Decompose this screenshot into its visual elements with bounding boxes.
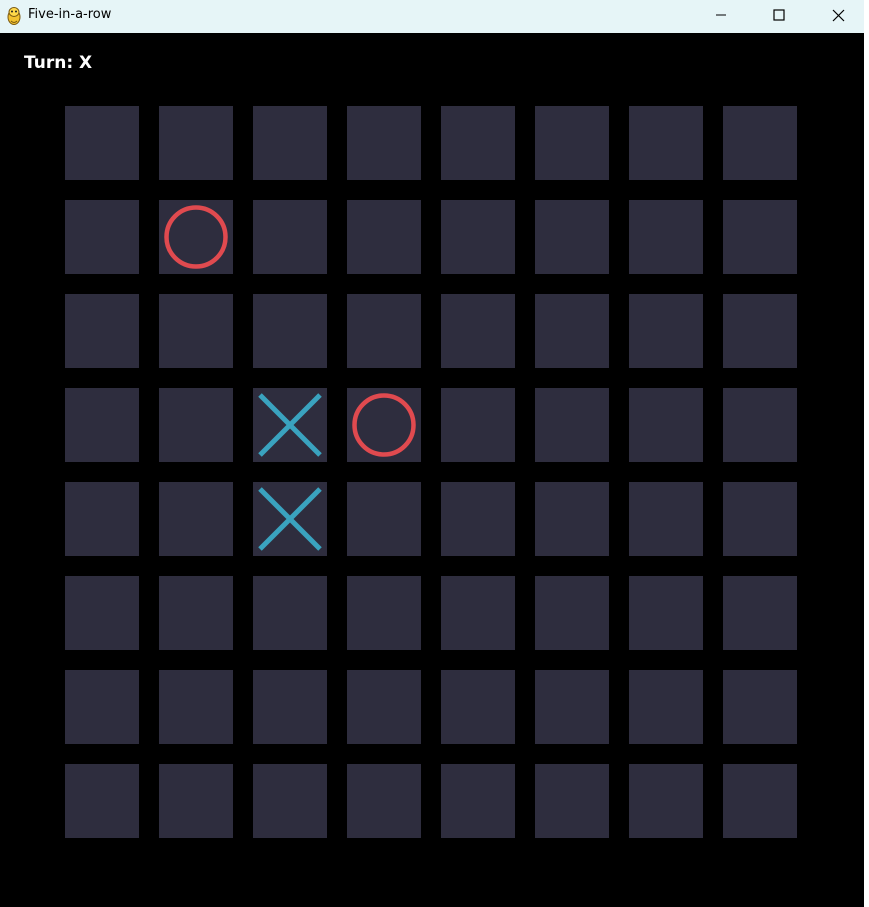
window-title: Five-in-a-row — [28, 7, 112, 22]
board-cell-r5-c1[interactable] — [65, 482, 139, 556]
board-cell-r6-c6[interactable] — [535, 576, 609, 650]
board-cell-r6-c4[interactable] — [347, 576, 421, 650]
board-cell-r7-c5[interactable] — [441, 670, 515, 744]
board-cell-r5-c4[interactable] — [347, 482, 421, 556]
board-cell-r4-c1[interactable] — [65, 388, 139, 462]
board-cell-r8-c2[interactable] — [159, 764, 233, 838]
board-cell-r1-c2[interactable] — [159, 106, 233, 180]
x-mark — [258, 393, 322, 457]
turn-indicator: Turn: X — [24, 53, 92, 73]
board-cell-r5-c6[interactable] — [535, 482, 609, 556]
board-cell-r1-c5[interactable] — [441, 106, 515, 180]
board-cell-r7-c7[interactable] — [629, 670, 703, 744]
board-cell-r7-c1[interactable] — [65, 670, 139, 744]
board-cell-r4-c8[interactable] — [723, 388, 797, 462]
maximize-icon — [773, 9, 785, 21]
turn-label: Turn: — [24, 53, 74, 73]
board-cell-r4-c7[interactable] — [629, 388, 703, 462]
board-cell-r7-c6[interactable] — [535, 670, 609, 744]
board-cell-r5-c8[interactable] — [723, 482, 797, 556]
pygame-snake-icon — [7, 7, 21, 25]
board-cell-r6-c7[interactable] — [629, 576, 703, 650]
board-cell-r1-c4[interactable] — [347, 106, 421, 180]
board-cell-r7-c8[interactable] — [723, 670, 797, 744]
board-cell-r2-c5[interactable] — [441, 200, 515, 274]
board-cell-r7-c3[interactable] — [253, 670, 327, 744]
game-board — [65, 106, 797, 838]
board-cell-r1-c3[interactable] — [253, 106, 327, 180]
board-cell-r5-c2[interactable] — [159, 482, 233, 556]
board-cell-r3-c7[interactable] — [629, 294, 703, 368]
turn-value: X — [79, 53, 93, 73]
board-cell-r2-c3[interactable] — [253, 200, 327, 274]
board-cell-r2-c6[interactable] — [535, 200, 609, 274]
board-cell-r6-c5[interactable] — [441, 576, 515, 650]
board-cell-r4-c4[interactable] — [347, 388, 421, 462]
board-cell-r3-c1[interactable] — [65, 294, 139, 368]
x-mark — [258, 487, 322, 551]
window-edge — [864, 0, 869, 907]
board-cell-r8-c4[interactable] — [347, 764, 421, 838]
board-cell-r1-c7[interactable] — [629, 106, 703, 180]
board-cell-r6-c2[interactable] — [159, 576, 233, 650]
close-icon — [832, 9, 844, 21]
board-cell-r2-c7[interactable] — [629, 200, 703, 274]
board-cell-r6-c8[interactable] — [723, 576, 797, 650]
board-cell-r3-c3[interactable] — [253, 294, 327, 368]
board-cell-r2-c8[interactable] — [723, 200, 797, 274]
board-cell-r5-c5[interactable] — [441, 482, 515, 556]
board-cell-r8-c7[interactable] — [629, 764, 703, 838]
minimize-icon — [716, 14, 726, 16]
board-cell-r6-c3[interactable] — [253, 576, 327, 650]
board-cell-r1-c1[interactable] — [65, 106, 139, 180]
board-cell-r8-c1[interactable] — [65, 764, 139, 838]
board-cell-r1-c6[interactable] — [535, 106, 609, 180]
o-mark — [164, 205, 228, 269]
board-cell-r1-c8[interactable] — [723, 106, 797, 180]
board-cell-r3-c4[interactable] — [347, 294, 421, 368]
board-cell-r4-c5[interactable] — [441, 388, 515, 462]
board-cell-r4-c3[interactable] — [253, 388, 327, 462]
close-button[interactable] — [809, 0, 867, 30]
board-cell-r2-c1[interactable] — [65, 200, 139, 274]
board-cell-r6-c1[interactable] — [65, 576, 139, 650]
board-cell-r2-c4[interactable] — [347, 200, 421, 274]
board-cell-r3-c8[interactable] — [723, 294, 797, 368]
board-cell-r7-c4[interactable] — [347, 670, 421, 744]
board-cell-r2-c2[interactable] — [159, 200, 233, 274]
game-canvas[interactable]: Turn: X — [0, 33, 864, 907]
board-cell-r3-c5[interactable] — [441, 294, 515, 368]
board-cell-r7-c2[interactable] — [159, 670, 233, 744]
board-cell-r8-c8[interactable] — [723, 764, 797, 838]
o-mark — [352, 393, 416, 457]
board-cell-r5-c3[interactable] — [253, 482, 327, 556]
minimize-button[interactable] — [692, 0, 750, 30]
board-cell-r3-c2[interactable] — [159, 294, 233, 368]
board-cell-r8-c6[interactable] — [535, 764, 609, 838]
maximize-button[interactable] — [750, 0, 808, 30]
board-cell-r8-c3[interactable] — [253, 764, 327, 838]
board-cell-r8-c5[interactable] — [441, 764, 515, 838]
title-bar: Five-in-a-row — [0, 0, 864, 33]
board-cell-r4-c2[interactable] — [159, 388, 233, 462]
board-cell-r5-c7[interactable] — [629, 482, 703, 556]
board-cell-r4-c6[interactable] — [535, 388, 609, 462]
board-cell-r3-c6[interactable] — [535, 294, 609, 368]
